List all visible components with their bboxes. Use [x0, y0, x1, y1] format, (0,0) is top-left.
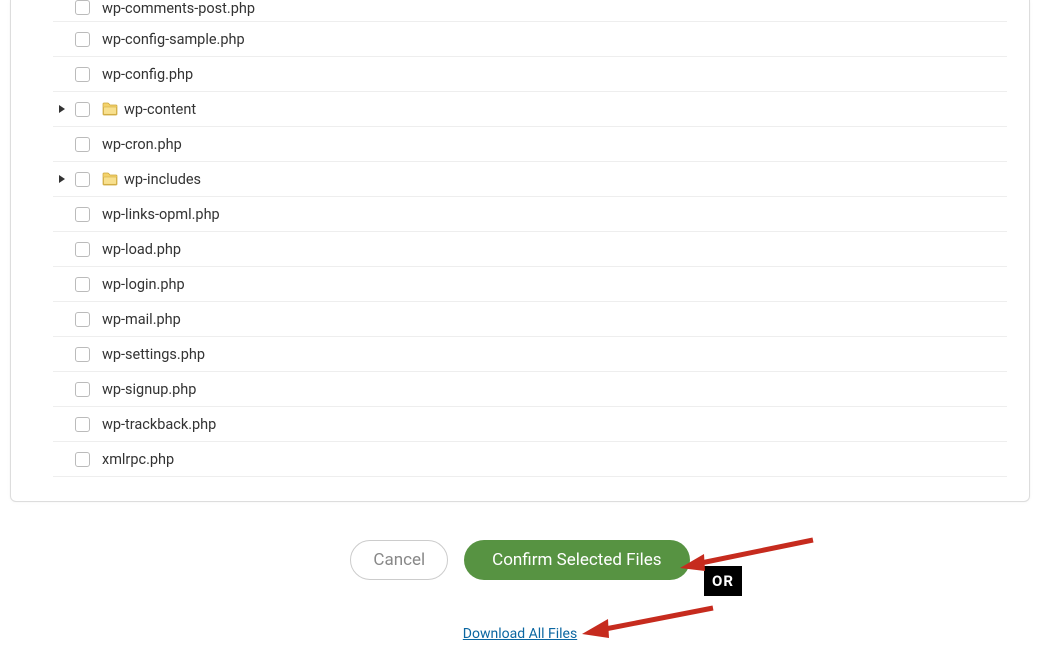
or-badge: OR: [704, 566, 742, 596]
file-checkbox[interactable]: [75, 137, 90, 152]
download-all-files-link[interactable]: Download All Files: [463, 626, 577, 642]
file-checkbox[interactable]: [75, 32, 90, 47]
file-name: wp-comments-post.php: [102, 0, 255, 17]
file-name: wp-content: [124, 101, 196, 118]
file-checkbox[interactable]: [75, 417, 90, 432]
file-panel: wp-comments-post.php wp-config-sample.php…: [10, 0, 1030, 502]
expand-toggle[interactable]: [53, 175, 71, 183]
file-name: wp-trackback.php: [102, 416, 216, 433]
file-name: wp-settings.php: [102, 346, 205, 363]
file-name: wp-config-sample.php: [102, 31, 245, 48]
file-row[interactable]: wp-content: [53, 92, 1007, 127]
file-row[interactable]: wp-settings.php: [53, 337, 1007, 372]
file-name: wp-mail.php: [102, 311, 181, 328]
file-row[interactable]: wp-login.php: [53, 267, 1007, 302]
file-checkbox[interactable]: [75, 382, 90, 397]
file-name: xmlrpc.php: [102, 451, 174, 468]
folder-icon: [102, 172, 118, 186]
file-row[interactable]: wp-load.php: [53, 232, 1007, 267]
file-name: wp-login.php: [102, 276, 185, 293]
file-row[interactable]: wp-mail.php: [53, 302, 1007, 337]
cancel-button[interactable]: Cancel: [350, 540, 448, 580]
file-name: wp-includes: [124, 171, 201, 188]
file-name: wp-load.php: [102, 241, 181, 258]
file-checkbox[interactable]: [75, 207, 90, 222]
file-checkbox[interactable]: [75, 172, 90, 187]
confirm-selected-files-button[interactable]: Confirm Selected Files: [464, 540, 689, 580]
button-row: Cancel Confirm Selected Files: [0, 540, 1040, 580]
file-checkbox[interactable]: [75, 452, 90, 467]
file-checkbox[interactable]: [75, 277, 90, 292]
file-checkbox[interactable]: [75, 0, 90, 15]
file-checkbox[interactable]: [75, 242, 90, 257]
expand-toggle[interactable]: [53, 105, 71, 113]
file-checkbox[interactable]: [75, 102, 90, 117]
file-row[interactable]: wp-config-sample.php: [53, 22, 1007, 57]
file-row[interactable]: wp-links-opml.php: [53, 197, 1007, 232]
file-row[interactable]: wp-signup.php: [53, 372, 1007, 407]
chevron-right-icon: [59, 175, 65, 183]
file-row[interactable]: wp-trackback.php: [53, 407, 1007, 442]
action-area: Cancel Confirm Selected Files Download A…: [0, 540, 1040, 642]
file-checkbox[interactable]: [75, 67, 90, 82]
file-row[interactable]: wp-comments-post.php: [53, 0, 1007, 22]
file-checkbox[interactable]: [75, 347, 90, 362]
file-name: wp-signup.php: [102, 381, 196, 398]
file-row[interactable]: wp-config.php: [53, 57, 1007, 92]
folder-icon: [102, 102, 118, 116]
file-name: wp-config.php: [102, 66, 193, 83]
file-row[interactable]: wp-includes: [53, 162, 1007, 197]
file-name: wp-links-opml.php: [102, 206, 220, 223]
file-row[interactable]: xmlrpc.php: [53, 442, 1007, 477]
file-checkbox[interactable]: [75, 312, 90, 327]
file-list: wp-comments-post.php wp-config-sample.php…: [53, 0, 1007, 489]
chevron-right-icon: [59, 105, 65, 113]
file-name: wp-cron.php: [102, 136, 182, 153]
file-row[interactable]: wp-cron.php: [53, 127, 1007, 162]
